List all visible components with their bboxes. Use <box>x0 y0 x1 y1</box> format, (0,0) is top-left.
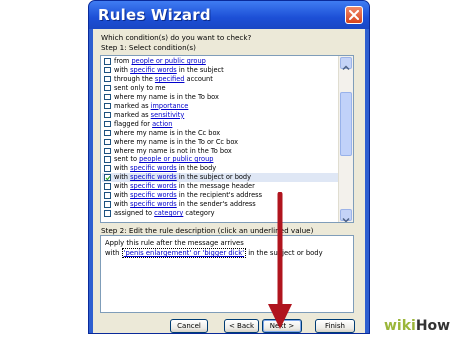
rules-wizard-window: Rules Wizard Which condition(s) do you w… <box>88 0 370 334</box>
condition-checkbox[interactable] <box>104 84 111 92</box>
conditions-scrollbar[interactable] <box>338 56 353 222</box>
condition-link[interactable]: specific words <box>130 173 177 181</box>
condition-link[interactable]: action <box>152 120 172 128</box>
step1-label: Step 1: Select condition(s) <box>101 43 196 52</box>
scroll-thumb[interactable] <box>340 92 352 156</box>
condition-row[interactable]: with specific words in the message heade… <box>102 182 338 191</box>
condition-link[interactable]: specific words <box>130 200 177 208</box>
prompt-text: Which condition(s) do you want to check? <box>101 33 252 42</box>
condition-checkbox[interactable] <box>104 58 111 65</box>
condition-text: where my name is in the Cc box <box>114 128 221 137</box>
condition-text: with specific words in the message heade… <box>114 182 255 191</box>
condition-link[interactable]: specific words <box>130 191 177 199</box>
condition-checkbox[interactable] <box>104 156 111 163</box>
condition-row[interactable]: where my name is in the Cc box <box>102 129 338 138</box>
condition-row[interactable]: with specific words in the body <box>102 164 338 173</box>
condition-checkbox[interactable] <box>104 192 111 199</box>
description-prefix: with <box>105 249 122 257</box>
condition-text: sent only to me <box>114 83 166 92</box>
condition-link[interactable]: sensitivity <box>151 111 185 119</box>
condition-row[interactable]: marked as sensitivity <box>102 111 338 120</box>
condition-row[interactable]: where my name is in the To box <box>102 93 338 102</box>
condition-row[interactable]: marked as importance <box>102 102 338 111</box>
condition-text: marked as importance <box>114 101 189 110</box>
condition-link[interactable]: category <box>154 209 183 217</box>
scroll-down-button[interactable] <box>340 209 352 222</box>
condition-checkbox[interactable] <box>104 129 111 137</box>
rule-description-box: Apply this rule after the message arrive… <box>100 235 354 313</box>
condition-row[interactable]: assigned to category category <box>102 209 338 218</box>
condition-row[interactable]: flagged for action <box>102 120 338 129</box>
condition-link[interactable]: people or public group <box>139 155 213 163</box>
condition-row[interactable]: sent to people or public group <box>102 155 338 164</box>
condition-text: through the specified account <box>114 74 213 83</box>
finish-button[interactable]: Finish <box>315 319 355 333</box>
condition-row[interactable]: sent only to me <box>102 84 338 93</box>
condition-text: from people or public group <box>114 57 206 65</box>
condition-checkbox[interactable] <box>104 183 111 190</box>
red-arrow-annotation <box>268 192 292 329</box>
condition-text: with specific words in the subject <box>114 65 224 74</box>
condition-text: marked as sensitivity <box>114 110 185 119</box>
condition-checkbox[interactable] <box>104 210 111 217</box>
back-button[interactable]: < Back <box>224 319 259 333</box>
chevron-up-icon <box>342 65 350 71</box>
condition-checkbox[interactable] <box>104 174 111 181</box>
condition-text: with specific words in the body <box>114 164 217 173</box>
close-icon <box>349 10 359 20</box>
condition-text: sent to people or public group <box>114 155 214 164</box>
specific-words-value-link[interactable]: 'penis enlargement' or 'bigger dick' <box>121 248 247 258</box>
condition-checkbox[interactable] <box>104 75 111 83</box>
condition-checkbox[interactable] <box>104 201 111 208</box>
condition-row[interactable]: where my name is in the To or Cc box <box>102 138 338 147</box>
condition-checkbox[interactable] <box>104 93 111 101</box>
description-line-1: Apply this rule after the message arrive… <box>105 239 244 247</box>
condition-text: where my name is not in the To box <box>114 146 232 155</box>
cancel-button[interactable]: Cancel <box>170 319 208 333</box>
condition-row[interactable]: with specific words in the subject <box>102 66 338 75</box>
condition-checkbox[interactable] <box>104 66 111 74</box>
condition-checkbox[interactable] <box>104 102 111 110</box>
condition-link[interactable]: specific words <box>130 66 177 74</box>
scroll-up-button[interactable] <box>340 57 352 71</box>
condition-text: assigned to category category <box>114 209 215 218</box>
condition-checkbox[interactable] <box>104 120 111 128</box>
condition-checkbox[interactable] <box>104 138 111 146</box>
checkmark-icon <box>105 176 111 181</box>
title-bar: Rules Wizard <box>89 1 369 29</box>
chevron-down-icon <box>342 217 350 222</box>
condition-text: where my name is in the To or Cc box <box>114 137 239 146</box>
condition-text: flagged for action <box>114 119 173 128</box>
window-title: Rules Wizard <box>98 6 211 24</box>
close-button[interactable] <box>345 6 363 24</box>
condition-link[interactable]: importance <box>151 102 189 110</box>
condition-checkbox[interactable] <box>104 111 111 119</box>
wikihow-watermark: wikiHow <box>384 318 451 334</box>
condition-row[interactable]: through the specified account <box>102 75 338 84</box>
condition-row[interactable]: from people or public group <box>102 57 338 66</box>
condition-link[interactable]: people or public group <box>131 57 205 65</box>
conditions-list[interactable]: from people or public group with specific… <box>100 55 354 223</box>
condition-link[interactable]: specified <box>155 75 185 83</box>
condition-text: with specific words in the recipient's a… <box>114 191 263 200</box>
condition-row[interactable]: where my name is not in the To box <box>102 147 338 156</box>
condition-text: with specific words in the sender's addr… <box>114 200 256 209</box>
dialog-body: Which condition(s) do you want to check?… <box>93 29 365 333</box>
condition-checkbox[interactable] <box>104 165 111 172</box>
condition-row[interactable]: with specific words in the recipient's a… <box>102 191 338 200</box>
condition-row[interactable]: with specific words in the subject or bo… <box>102 173 338 183</box>
condition-checkbox[interactable] <box>104 147 111 154</box>
condition-row[interactable]: with specific words in the sender's addr… <box>102 200 338 209</box>
condition-link[interactable]: specific words <box>130 164 177 172</box>
condition-link[interactable]: specific words <box>130 182 177 190</box>
condition-text: where my name is in the To box <box>114 92 219 101</box>
condition-text: with specific words in the subject or bo… <box>114 173 252 182</box>
